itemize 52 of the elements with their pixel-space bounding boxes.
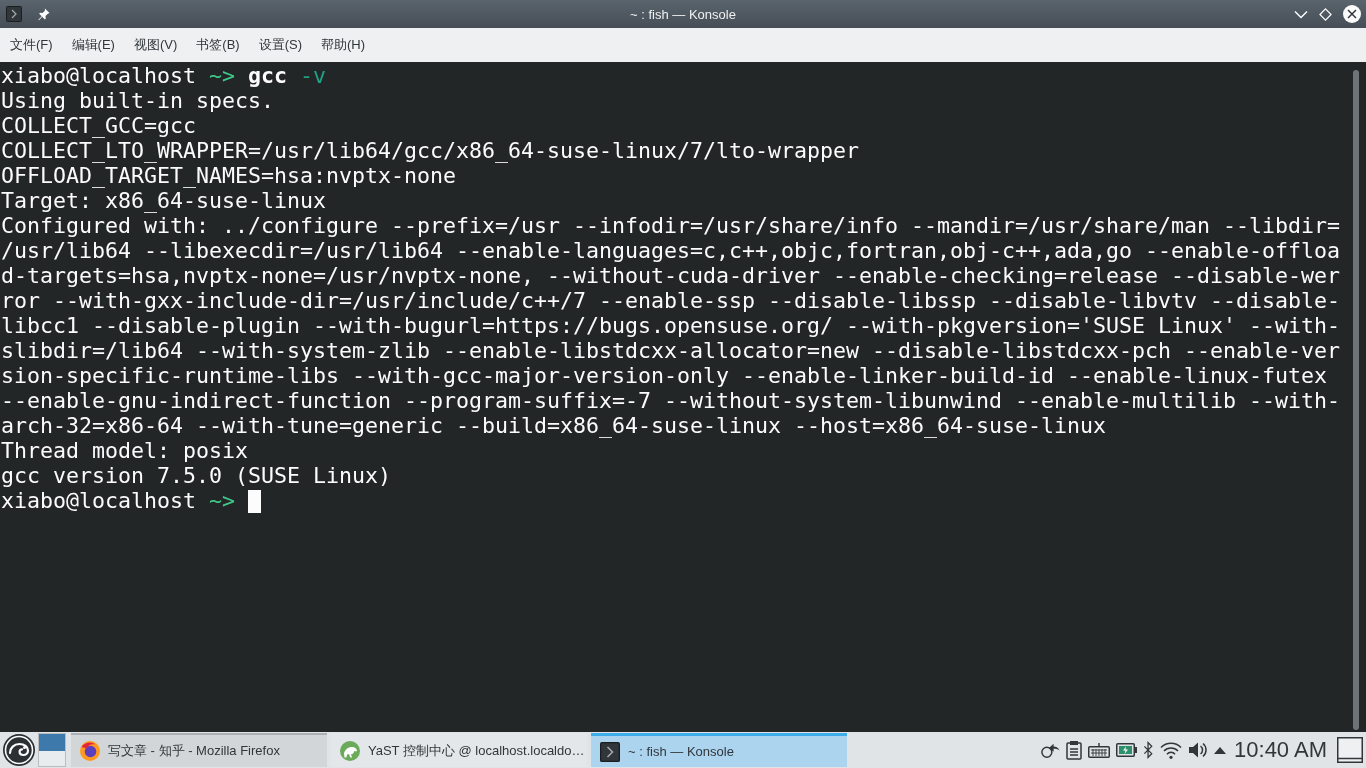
- menu-item[interactable]: 设置(S): [258, 36, 302, 54]
- window-title: ~ : fish — Konsole: [630, 6, 736, 22]
- chevron-down-icon[interactable]: [1294, 9, 1308, 19]
- taskbar-task[interactable]: 写文章 - 知乎 - Mozilla Firefox: [71, 733, 327, 767]
- command-text: gcc: [248, 63, 288, 88]
- terminal-line: Target: x86_64-suse-linux: [0, 188, 326, 213]
- pin-icon[interactable]: [37, 7, 50, 21]
- clipboard-icon[interactable]: [1066, 740, 1083, 760]
- prompt-path: ~>: [209, 488, 236, 513]
- prompt-path: ~>: [209, 63, 236, 88]
- terminal-line: ror --with-gxx-include-dir=/usr/include/c++/7 --enable-ssp --disable-libssp --disable-libvtv --disable-: [0, 288, 1341, 313]
- menu-item[interactable]: 帮助(H): [321, 36, 366, 54]
- menu-item[interactable]: 视图(V): [133, 36, 178, 54]
- diamond-icon[interactable]: [1319, 7, 1332, 21]
- terminal-line: --enable-gnu-indirect-function --program-suffix=-7 --without-system-libunwind --enable-multilib --with-: [0, 388, 1341, 413]
- volume-icon[interactable]: [1188, 741, 1209, 759]
- terminal-line: arch-32=x86-64 --with-tune=generic --build=x86_64-suse-linux --host=x86_64-suse-linux: [0, 413, 1107, 438]
- terminal-line: gcc version 7.5.0 (SUSE Linux): [0, 463, 392, 488]
- terminal-icon[interactable]: [6, 6, 22, 22]
- terminal-line: libcc1 --disable-plugin --with-bugurl=https://bugs.opensuse.org/ --with-pkgversion='SUSE Linux' --with-: [0, 313, 1341, 338]
- terminal-line: COLLECT_GCC=gcc: [0, 113, 196, 138]
- terminal-line: /usr/lib64 --libexecdir=/usr/lib64 --enable-languages=c,c++,objc,fortran,obj-c++,ada,go --enable-offloa: [0, 238, 1341, 263]
- wifi-icon[interactable]: [1160, 741, 1183, 759]
- taskbar-task[interactable]: ~ : fish — Konsole: [591, 733, 847, 767]
- clock[interactable]: 10:40 AM: [1234, 737, 1327, 763]
- terminal-line: OFFLOAD_TARGET_NAMES=hsa:nvptx-none: [0, 163, 457, 188]
- bluetooth-icon[interactable]: [1143, 741, 1155, 759]
- terminal-line: Using built-in specs.: [0, 88, 274, 113]
- terminal-line: COLLECT_LTO_WRAPPER=/usr/lib64/gcc/x86_64-suse-linux/7/lto-wrapper: [0, 138, 860, 163]
- spiral-logo-icon[interactable]: [3, 734, 35, 766]
- terminal-icon: [600, 741, 620, 762]
- terminal-line: Thread model: posix: [0, 438, 248, 463]
- prompt-user-host: xiabo@localhost: [1, 488, 196, 513]
- globe-icon: [80, 741, 100, 761]
- prompt-user-host: xiabo@localhost: [1, 63, 196, 88]
- show-desktop-icon[interactable]: [1337, 737, 1363, 763]
- desktop-pager-icon[interactable]: [38, 733, 66, 767]
- close-icon[interactable]: [1343, 5, 1361, 23]
- scrollbar[interactable]: [1353, 70, 1359, 730]
- terminal-line: slibdir=/lib64 --with-system-zlib --enable-libstdcxx-allocator=new --disable-libstdcxx-pch --enable-ver: [0, 338, 1341, 363]
- terminal-line: Configured with: ../configure --prefix=/usr --infodir=/usr/share/info --mandir=/usr/share/man --libdir=: [0, 213, 1341, 238]
- menu-item[interactable]: 文件(F): [10, 36, 53, 54]
- menu-item[interactable]: 书签(B): [196, 36, 240, 54]
- menu-item[interactable]: 编辑(E): [71, 36, 115, 54]
- globe-arrow-icon[interactable]: [1040, 741, 1061, 759]
- command-argument: -v: [300, 63, 327, 88]
- battery-icon[interactable]: [1116, 743, 1138, 757]
- animal-icon: [340, 741, 360, 761]
- terminal-line: d-targets=hsa,nvptx-none=/usr/nvptx-none, --without-cuda-driver --enable-checking=release --disable-wer: [0, 263, 1341, 288]
- terminal-line: sion-specific-runtime-libs --with-gcc-major-version-only --enable-linker-build-id --enable-linux-futex: [0, 363, 1328, 388]
- caret-up-icon[interactable]: [1214, 746, 1227, 754]
- keyboard-icon[interactable]: [1088, 742, 1111, 758]
